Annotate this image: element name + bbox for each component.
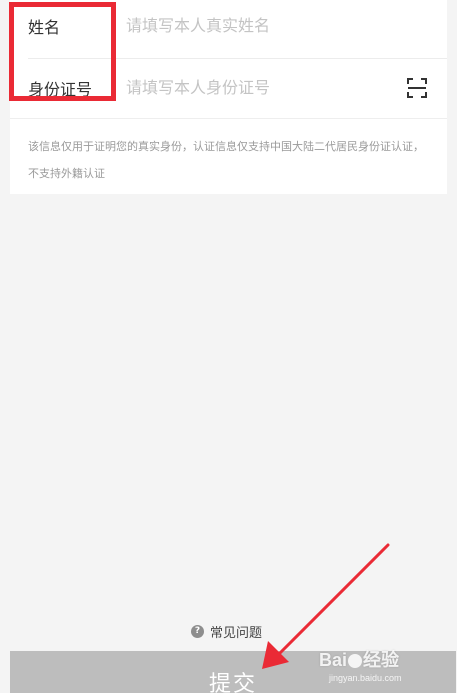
id-input[interactable] bbox=[126, 72, 396, 102]
faq-link[interactable]: ? 常见问题 bbox=[191, 622, 263, 641]
notice-divider bbox=[10, 118, 447, 119]
name-input[interactable] bbox=[126, 10, 396, 40]
faq-label: 常见问题 bbox=[210, 625, 263, 641]
id-notice-text: 该信息仅用于证明您的真实身份，认证信息仅支持中国大陆二代居民身份证认证，不支持外… bbox=[28, 140, 424, 180]
scan-icon[interactable] bbox=[407, 78, 427, 98]
submit-button[interactable]: 提交 bbox=[10, 651, 456, 693]
highlight-annotation-box bbox=[9, 2, 116, 101]
question-circle-icon: ? bbox=[191, 624, 204, 638]
verification-page: 姓名 身份证号 该信息仅用于证明您的真实身份，认证信息仅支持中国大陆二代居民身份… bbox=[0, 0, 457, 693]
